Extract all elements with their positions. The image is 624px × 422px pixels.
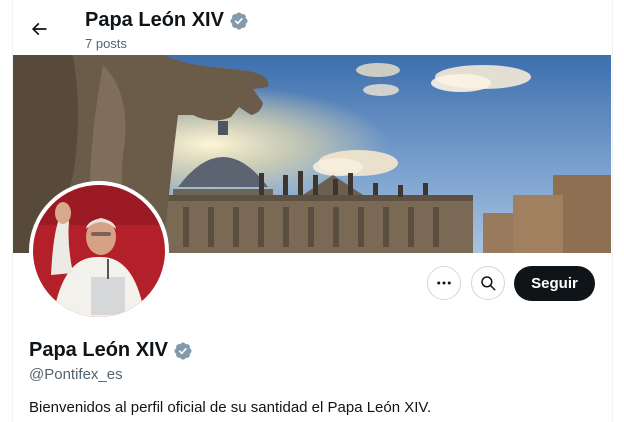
- profile-avatar[interactable]: [29, 181, 169, 321]
- verified-badge-icon: [230, 11, 248, 30]
- back-button[interactable]: [27, 17, 51, 41]
- search-posts-button[interactable]: [471, 266, 505, 300]
- profile-bio: Bienvenidos al perfil oficial de su sant…: [29, 399, 432, 416]
- profile-name-text: Papa León XIV: [29, 339, 168, 361]
- follow-button[interactable]: Seguir: [514, 266, 595, 301]
- more-dots-icon: [437, 281, 451, 285]
- search-icon: [481, 276, 496, 291]
- arrow-left-icon: [31, 22, 47, 36]
- profile-handle: @Pontifex_es: [29, 366, 123, 383]
- header-title: Papa León XIV: [85, 9, 249, 32]
- header-name-text: Papa León XIV: [85, 9, 224, 31]
- post-count: 7 posts: [85, 36, 127, 51]
- verified-badge-icon: [174, 341, 192, 360]
- more-options-button[interactable]: [427, 266, 461, 300]
- profile-name: Papa León XIV: [29, 339, 193, 362]
